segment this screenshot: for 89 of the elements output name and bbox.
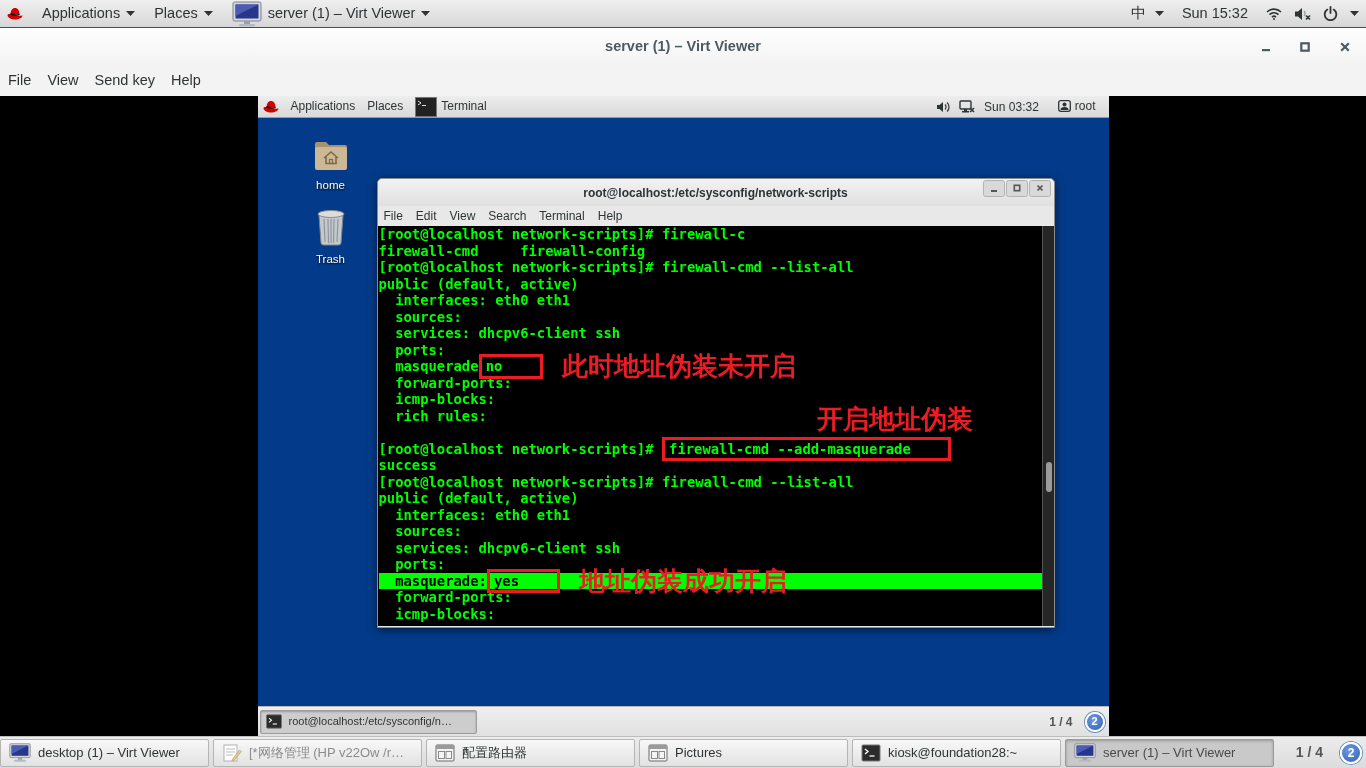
menu-item[interactable]: Send key <box>94 72 155 90</box>
terminal-line: [root@localhost network-scripts]# firewall-cmd --list-all <box>378 473 854 490</box>
icon-label[interactable]: Trash <box>316 251 345 269</box>
menu-button[interactable]: Places <box>154 4 213 23</box>
menu-item[interactable]: Terminal <box>539 210 585 222</box>
volume-muted-icon <box>1294 6 1311 21</box>
caret-icon <box>1154 11 1164 16</box>
caret-icon <box>1350 11 1359 16</box>
annotation-caption: 地址伪装成功开启 <box>578 565 787 596</box>
volume-icon <box>936 100 951 113</box>
terminal-line: public (default, active) <box>378 275 579 292</box>
window-list-item[interactable]: root@localhost:/etc/sysconfig/n… <box>259 709 477 734</box>
window-icon <box>435 743 455 762</box>
menu-item[interactable]: View <box>449 210 476 222</box>
menu-item[interactable]: File <box>8 72 32 90</box>
user-menu[interactable]: root <box>1057 99 1096 114</box>
window-icon <box>648 743 668 762</box>
taskbar-button[interactable]: Pictures <box>639 738 848 767</box>
annotation-caption: 开启地址伪装 <box>817 403 974 434</box>
app-menu[interactable]: Terminal <box>415 96 487 117</box>
terminal-line: rich rules: <box>394 407 487 424</box>
clock: Sun 03:32 <box>984 98 1039 116</box>
monitor-icon <box>1074 743 1096 762</box>
menu-button[interactable]: Applications <box>42 4 136 23</box>
annotation-frame: firewall-cmd --add-masquerade <box>661 436 952 461</box>
terminal-line: firewall-cmd firewall-config <box>378 242 646 259</box>
window-title: root@localhost:/etc/sysconfig/network-scripts <box>583 184 848 202</box>
terminal-line: [root@localhost network-scripts]# firewall-c <box>378 226 746 242</box>
taskbar-button[interactable]: desktop (1) – Virt Viewer <box>0 738 209 767</box>
taskbar-button[interactable]: server (1) – Virt Viewer <box>1065 738 1274 767</box>
terminal-line: ports: <box>394 556 446 572</box>
menu-item[interactable]: Search <box>488 210 527 222</box>
taskbar-button[interactable]: kiosk@foundation28:~ <box>852 738 1061 767</box>
notepad-icon <box>222 743 242 762</box>
terminal-text: masquerade <box>394 358 479 374</box>
terminal-icon <box>415 96 438 117</box>
terminal-line: interfaces: eth0 eth1 <box>394 506 571 523</box>
workspace-indicator[interactable]: 1 / 4 <box>1049 712 1073 731</box>
terminal-text: [root@localhost network-scripts]# <box>378 440 655 457</box>
terminal-line: services: dhcpv6-client ssh <box>394 539 621 556</box>
input-method-menu[interactable]: 中 <box>1130 4 1164 23</box>
close-icon[interactable] <box>1340 42 1350 52</box>
maximize-icon[interactable] <box>1005 180 1028 197</box>
workspace-indicator[interactable]: 1 / 4 <box>1295 742 1323 763</box>
terminal-text: masquerade: <box>394 572 487 589</box>
menu-item[interactable]: File <box>383 210 403 222</box>
taskbar-button[interactable]: 配置路由器 <box>426 738 635 767</box>
annotation-caption: 此时地址伪装未开启 <box>561 351 796 382</box>
window-menu[interactable]: server (1) – Virt Viewer <box>231 0 431 27</box>
menu-item[interactable]: Help <box>171 72 201 90</box>
caret-icon <box>421 11 431 16</box>
menu-item[interactable]: Help <box>597 210 623 222</box>
power-icon <box>1323 6 1338 21</box>
user-icon <box>1057 100 1071 113</box>
caret-icon <box>203 11 213 16</box>
menu-button[interactable]: Places <box>367 99 404 114</box>
wifi-icon <box>1266 7 1282 20</box>
terminal-line: sources: <box>394 308 462 325</box>
menu-button[interactable]: Applications <box>290 99 356 114</box>
clock: Sun 15:32 <box>1181 3 1248 23</box>
terminal-line: icmp-blocks: <box>394 605 496 622</box>
system-menu[interactable] <box>1266 6 1359 21</box>
terminal-line: success <box>378 457 437 473</box>
terminal-line: ports: <box>394 341 446 358</box>
hat-icon <box>7 7 23 20</box>
terminal-icon <box>264 714 283 729</box>
network-icon <box>959 99 976 114</box>
menu-item[interactable]: Edit <box>415 210 437 222</box>
monitor-icon <box>9 743 31 762</box>
hat-icon <box>262 100 279 113</box>
annotation-frame: yes <box>486 568 560 593</box>
terminal-line: sources: <box>394 523 462 539</box>
terminal-line: services: dhcpv6-client ssh <box>394 325 621 341</box>
terminal-line: [root@localhost network-scripts]# firewall-cmd --list-all <box>378 259 854 275</box>
minimize-icon[interactable] <box>982 180 1005 197</box>
monitor-icon <box>231 0 262 27</box>
terminal-line: public (default, active) <box>378 490 579 506</box>
close-icon[interactable] <box>1028 180 1051 197</box>
icon-label[interactable]: home <box>316 177 345 195</box>
scrollbar-thumb[interactable] <box>1045 462 1052 492</box>
maximize-icon[interactable] <box>1300 42 1310 52</box>
terminal-line: interfaces: eth0 eth1 <box>394 292 571 308</box>
trash-icon[interactable] <box>315 208 346 247</box>
caret-icon <box>126 11 136 16</box>
terminal-icon <box>861 743 881 762</box>
menu-item[interactable]: View <box>47 72 79 90</box>
annotation-frame: no <box>478 354 543 379</box>
window-title: server (1) – Virt Viewer <box>605 37 761 57</box>
terminal-line: icmp-blocks: <box>394 391 496 407</box>
